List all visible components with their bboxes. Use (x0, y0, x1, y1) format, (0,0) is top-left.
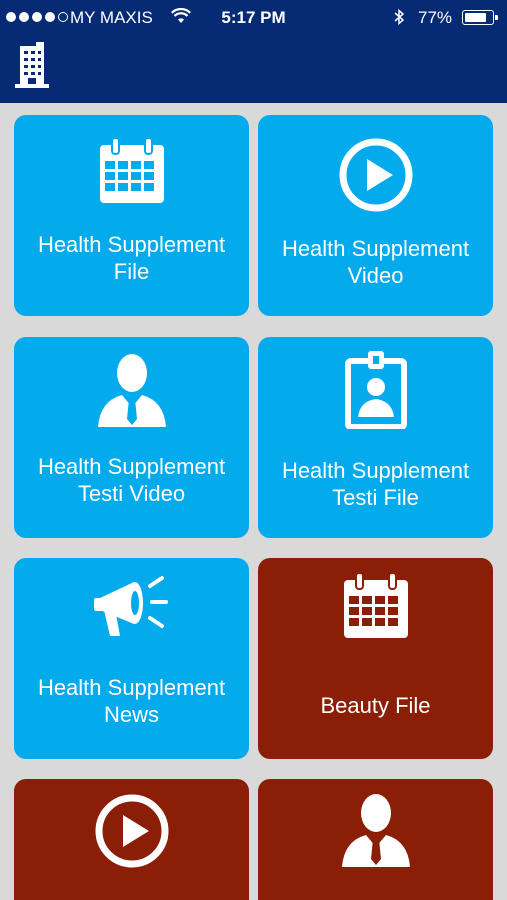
person-icon (258, 789, 493, 869)
megaphone-icon (14, 572, 249, 644)
bluetooth-icon (393, 8, 405, 31)
play-icon (258, 137, 493, 213)
status-bar: MY MAXIS 5:17 PM 77% (0, 0, 507, 36)
tile-label: Health Supplement Testi Video (37, 454, 226, 506)
person-icon (14, 349, 249, 429)
tile-health-supplement-testi-file[interactable]: Health Supplement Testi File (258, 337, 493, 538)
play-icon (14, 793, 249, 869)
building-icon[interactable] (14, 40, 52, 90)
tile-label: Beauty File (320, 693, 431, 718)
tile-health-supplement-testi-video[interactable]: Health Supplement Testi Video (14, 337, 249, 538)
tile-label: Health Supplement File (37, 232, 226, 284)
tile-health-supplement-video[interactable]: Health Supplement Video (258, 115, 493, 316)
tile-health-supplement-file[interactable]: Health Supplement File (14, 115, 249, 316)
tile-label: Health Supplement Testi File (281, 458, 470, 510)
tile-label: Health Supplement News (37, 675, 226, 727)
tile-health-supplement-news[interactable]: Health Supplement News (14, 558, 249, 759)
battery-icon (462, 10, 498, 25)
tile-red-video[interactable] (14, 779, 249, 900)
tile-red-testi-video[interactable] (258, 779, 493, 900)
id-badge-icon (258, 349, 493, 429)
battery-percent: 77% (418, 8, 453, 27)
calendar-icon (258, 572, 493, 642)
tile-label: Health Supplement Video (281, 236, 470, 288)
tile-beauty-file[interactable]: Beauty File (258, 558, 493, 759)
app-header: MY MAXIS 5:17 PM 77% (0, 0, 507, 103)
calendar-icon (14, 137, 249, 207)
